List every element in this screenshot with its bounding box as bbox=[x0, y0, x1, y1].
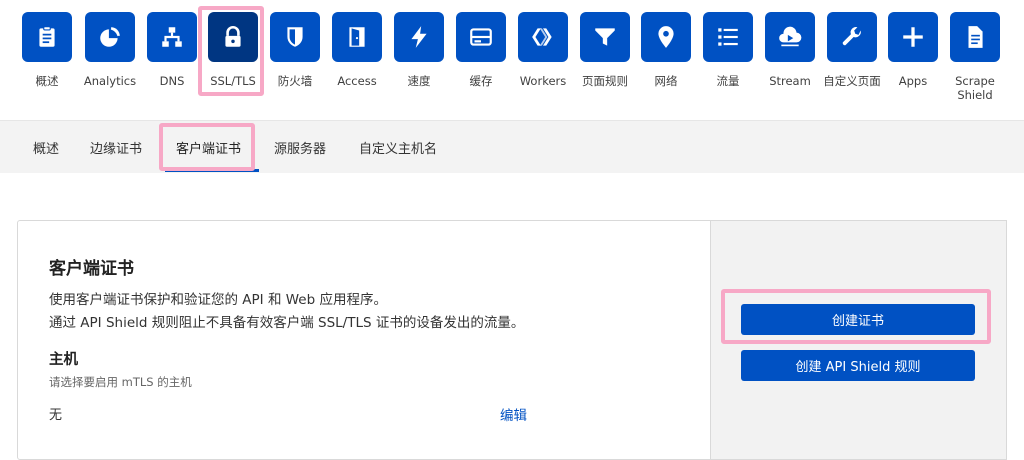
host-section-hint: 请选择要启用 mTLS 的主机 bbox=[49, 375, 192, 389]
app-access[interactable]: Access bbox=[326, 12, 388, 88]
card-description-line-1: 使用客户端证书保护和验证您的 API 和 Web 应用程序。 bbox=[49, 292, 387, 308]
host-value: 无 bbox=[49, 408, 63, 423]
app-workers[interactable]: Workers bbox=[512, 12, 574, 88]
app-label: 防火墙 bbox=[277, 74, 313, 88]
app-speed[interactable]: 速度 bbox=[388, 12, 450, 88]
app-label: Apps bbox=[898, 74, 928, 88]
door-icon bbox=[349, 27, 365, 47]
app-dns[interactable]: DNS bbox=[141, 12, 203, 88]
app-label: Scrape Shield bbox=[955, 74, 995, 102]
app-cache[interactable]: 缓存 bbox=[450, 12, 512, 88]
clipboard-icon bbox=[39, 26, 55, 47]
app-label: 页面规则 bbox=[582, 74, 628, 88]
network-icon bbox=[162, 27, 182, 47]
edit-hosts-link[interactable]: 编辑 bbox=[500, 404, 527, 424]
location-pin-icon bbox=[658, 26, 674, 48]
app-label: 概述 bbox=[35, 74, 59, 88]
app-page-rules[interactable]: 页面规则 bbox=[574, 12, 636, 88]
tab-overview[interactable]: 概述 bbox=[33, 138, 59, 157]
app-label: Stream bbox=[769, 74, 811, 88]
app-label: 缓存 bbox=[469, 74, 493, 88]
shield-icon bbox=[287, 27, 303, 47]
app-label: 自定义页面 bbox=[823, 74, 881, 88]
document-icon bbox=[968, 26, 983, 48]
plus-icon bbox=[903, 27, 923, 47]
app-stream[interactable]: Stream bbox=[759, 12, 821, 88]
lightning-icon bbox=[411, 26, 427, 48]
app-traffic[interactable]: 流量 bbox=[697, 12, 759, 88]
app-label: 网络 bbox=[654, 74, 678, 88]
app-label: DNS bbox=[159, 74, 185, 88]
wrench-icon bbox=[842, 27, 861, 46]
filter-icon bbox=[595, 28, 615, 46]
server-icon bbox=[470, 28, 492, 46]
card-title: 客户端证书 bbox=[49, 259, 134, 279]
app-custom-pages[interactable]: 自定义页面 bbox=[821, 12, 883, 88]
app-label: 速度 bbox=[407, 74, 431, 88]
app-icon-bar: 概述 Analytics DNS SSL/TLS 防火墙 Access 速度 缓… bbox=[0, 0, 1024, 120]
tab-origin-server[interactable]: 源服务器 bbox=[274, 138, 326, 157]
app-scrape-shield[interactable]: Scrape Shield bbox=[944, 12, 1006, 102]
app-analytics[interactable]: Analytics bbox=[79, 12, 141, 88]
tab-edge-certificates[interactable]: 边缘证书 bbox=[90, 138, 142, 157]
app-network[interactable]: 网络 bbox=[635, 12, 697, 88]
highlight-create-certificate bbox=[721, 289, 991, 344]
app-firewall[interactable]: 防火墙 bbox=[264, 12, 326, 88]
app-label: Analytics bbox=[83, 74, 137, 88]
create-api-shield-rule-button[interactable]: 创建 API Shield 规则 bbox=[741, 350, 975, 381]
host-section-title: 主机 bbox=[49, 352, 78, 368]
highlight-ssl-tls bbox=[198, 6, 264, 96]
list-icon bbox=[718, 28, 738, 46]
app-apps[interactable]: Apps bbox=[882, 12, 944, 88]
app-overview[interactable]: 概述 bbox=[16, 12, 78, 88]
tab-custom-hostnames[interactable]: 自定义主机名 bbox=[359, 138, 437, 157]
app-label: 流量 bbox=[716, 74, 740, 88]
app-label: Workers bbox=[519, 74, 567, 88]
app-label: Access bbox=[337, 74, 377, 88]
sub-navigation: 概述 边缘证书 客户端证书 源服务器 自定义主机名 bbox=[0, 120, 1024, 173]
workers-icon bbox=[532, 28, 552, 46]
highlight-client-certificates-tab bbox=[159, 123, 255, 171]
pie-chart-icon bbox=[100, 27, 120, 47]
cloud-play-icon bbox=[779, 26, 802, 47]
card-description-line-2: 通过 API Shield 规则阻止不具备有效客户端 SSL/TLS 证书的设备… bbox=[49, 315, 525, 331]
